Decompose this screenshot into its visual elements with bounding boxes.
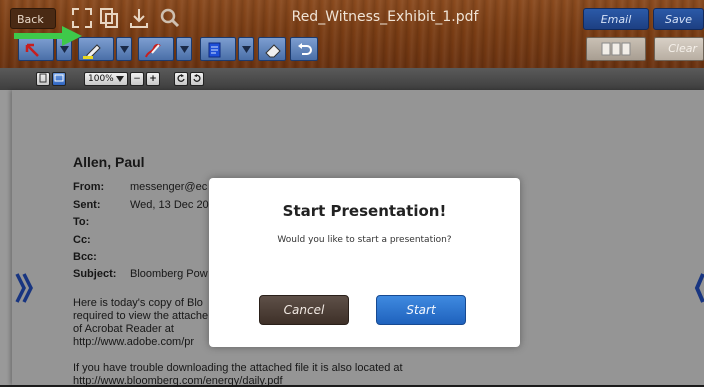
single-page-view-button[interactable] xyxy=(36,72,50,86)
view-toolbar: 100% − + xyxy=(0,68,704,90)
zoom-in-button[interactable]: + xyxy=(146,72,160,86)
green-arrow-icon xyxy=(14,26,82,46)
chevron-down-icon xyxy=(60,46,69,53)
undo-button[interactable] xyxy=(290,37,318,61)
highlighter-icon xyxy=(83,44,101,59)
download-icon[interactable] xyxy=(127,6,151,30)
rotate-left-icon xyxy=(177,74,185,82)
rotate-right-icon xyxy=(193,74,201,82)
email-button[interactable]: Email xyxy=(583,8,649,30)
zoom-out-button[interactable]: − xyxy=(130,72,144,86)
save-button[interactable]: Save xyxy=(653,8,704,30)
note-tool-dropdown[interactable] xyxy=(238,37,254,61)
zoom-select[interactable]: 100% xyxy=(84,72,128,86)
chevron-down-icon xyxy=(116,76,124,82)
undo-icon xyxy=(298,43,312,55)
search-icon[interactable] xyxy=(158,6,182,30)
start-button[interactable]: Start xyxy=(376,295,466,325)
rotate-right-button[interactable] xyxy=(190,72,204,86)
dialog-title: Start Presentation! xyxy=(282,202,447,220)
chevron-down-icon xyxy=(180,46,189,53)
page-icon xyxy=(39,73,47,83)
chevron-down-icon xyxy=(120,46,129,53)
note-tool-button[interactable] xyxy=(200,37,236,61)
chevron-down-icon xyxy=(242,46,251,53)
pen-tool-button[interactable] xyxy=(138,37,174,61)
cancel-button[interactable]: Cancel xyxy=(259,295,349,325)
page-thumbnails-button[interactable] xyxy=(586,37,646,61)
start-presentation-dialog: Start Presentation! Would you like to st… xyxy=(209,178,520,347)
pen-tool-dropdown[interactable] xyxy=(176,37,192,61)
copy-icon[interactable] xyxy=(97,6,121,30)
pages-icon xyxy=(601,42,631,56)
pen-icon xyxy=(145,43,161,58)
dialog-message: Would you like to start a presentation? xyxy=(277,235,452,245)
rotate-left-button[interactable] xyxy=(174,72,188,86)
top-toolbar: Back Red_Witness_Exhibit_1.pdf Email Sav… xyxy=(0,0,704,68)
continuous-view-button[interactable] xyxy=(52,72,66,86)
eraser-icon xyxy=(265,44,281,58)
layout-icon xyxy=(54,74,64,82)
highlighter-tool-dropdown[interactable] xyxy=(116,37,132,61)
note-icon xyxy=(208,42,221,58)
clear-button[interactable]: Clear xyxy=(654,37,704,61)
zoom-value: 100% xyxy=(88,74,114,84)
document-title: Red_Witness_Exhibit_1.pdf xyxy=(291,9,479,25)
eraser-tool-button[interactable] xyxy=(258,37,286,61)
